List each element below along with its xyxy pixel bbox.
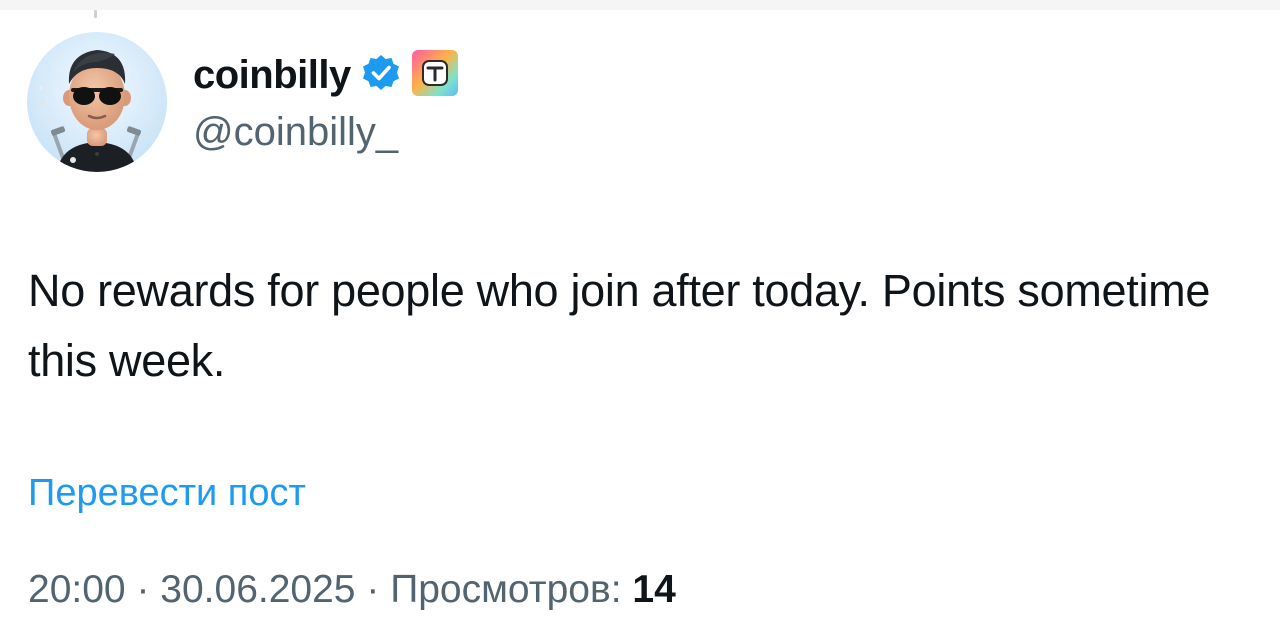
avatar[interactable]: [27, 32, 167, 172]
meta-separator: ·: [136, 568, 150, 611]
translate-post-link[interactable]: Перевести пост: [28, 472, 306, 515]
tweet-date[interactable]: 30.06.2025: [160, 568, 355, 611]
verified-checkmark-icon[interactable]: [361, 53, 401, 98]
meta-separator: ·: [366, 568, 380, 611]
top-divider-tick: [94, 10, 97, 18]
avatar-image: [27, 32, 167, 172]
tweet-time[interactable]: 20:00: [28, 568, 126, 611]
tweet-meta: 20:00 · 30.06.2025 · Просмотров: 14: [28, 568, 676, 612]
tweet-text: No rewards for people who join after tod…: [28, 265, 1211, 386]
author-display-name[interactable]: coinbilly: [193, 53, 351, 98]
tonkeeper-t-badge-icon[interactable]: [411, 49, 459, 102]
views-count: 14: [632, 568, 676, 611]
author-name-row: coinbilly: [193, 49, 459, 102]
top-strip: [0, 0, 1280, 10]
views-label: Просмотров:: [390, 568, 622, 611]
author-handle[interactable]: @coinbilly_: [193, 110, 398, 155]
